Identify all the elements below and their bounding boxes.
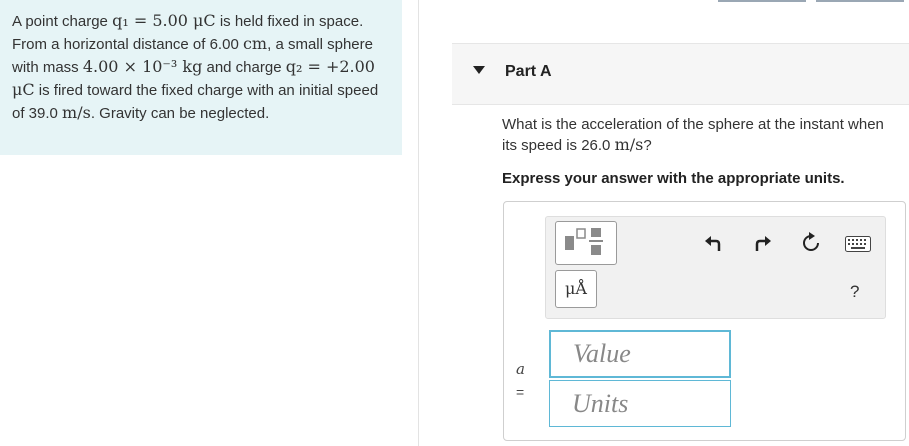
reset-icon[interactable] [800, 232, 822, 254]
caret-down-icon[interactable] [473, 66, 485, 74]
question-text: What is the acceleration of the sphere a… [502, 116, 884, 154]
header-links [706, 0, 906, 3]
undo-icon[interactable] [704, 234, 724, 254]
value-input[interactable]: Value [549, 330, 731, 378]
part-title[interactable]: Part A [505, 63, 552, 81]
instruction-text: Express your answer with the appropriate… [502, 170, 845, 187]
units-input[interactable]: Units [549, 380, 731, 427]
answer-variable: a [516, 360, 525, 378]
column-divider [418, 0, 419, 446]
redo-icon[interactable] [752, 234, 772, 254]
problem-text: A point charge q₁ = 5.00 μC is held fixe… [12, 11, 379, 122]
equals-sign: = [516, 384, 525, 400]
problem-statement: A point charge q₁ = 5.00 μC is held fixe… [0, 0, 402, 155]
templates-button[interactable] [555, 221, 617, 265]
review-link[interactable] [718, 0, 806, 2]
constants-link[interactable] [816, 0, 904, 2]
help-button[interactable]: ? [850, 282, 859, 302]
templates-icon [565, 228, 603, 255]
units-button[interactable]: μÅ [555, 270, 597, 308]
keyboard-icon[interactable] [845, 236, 871, 252]
